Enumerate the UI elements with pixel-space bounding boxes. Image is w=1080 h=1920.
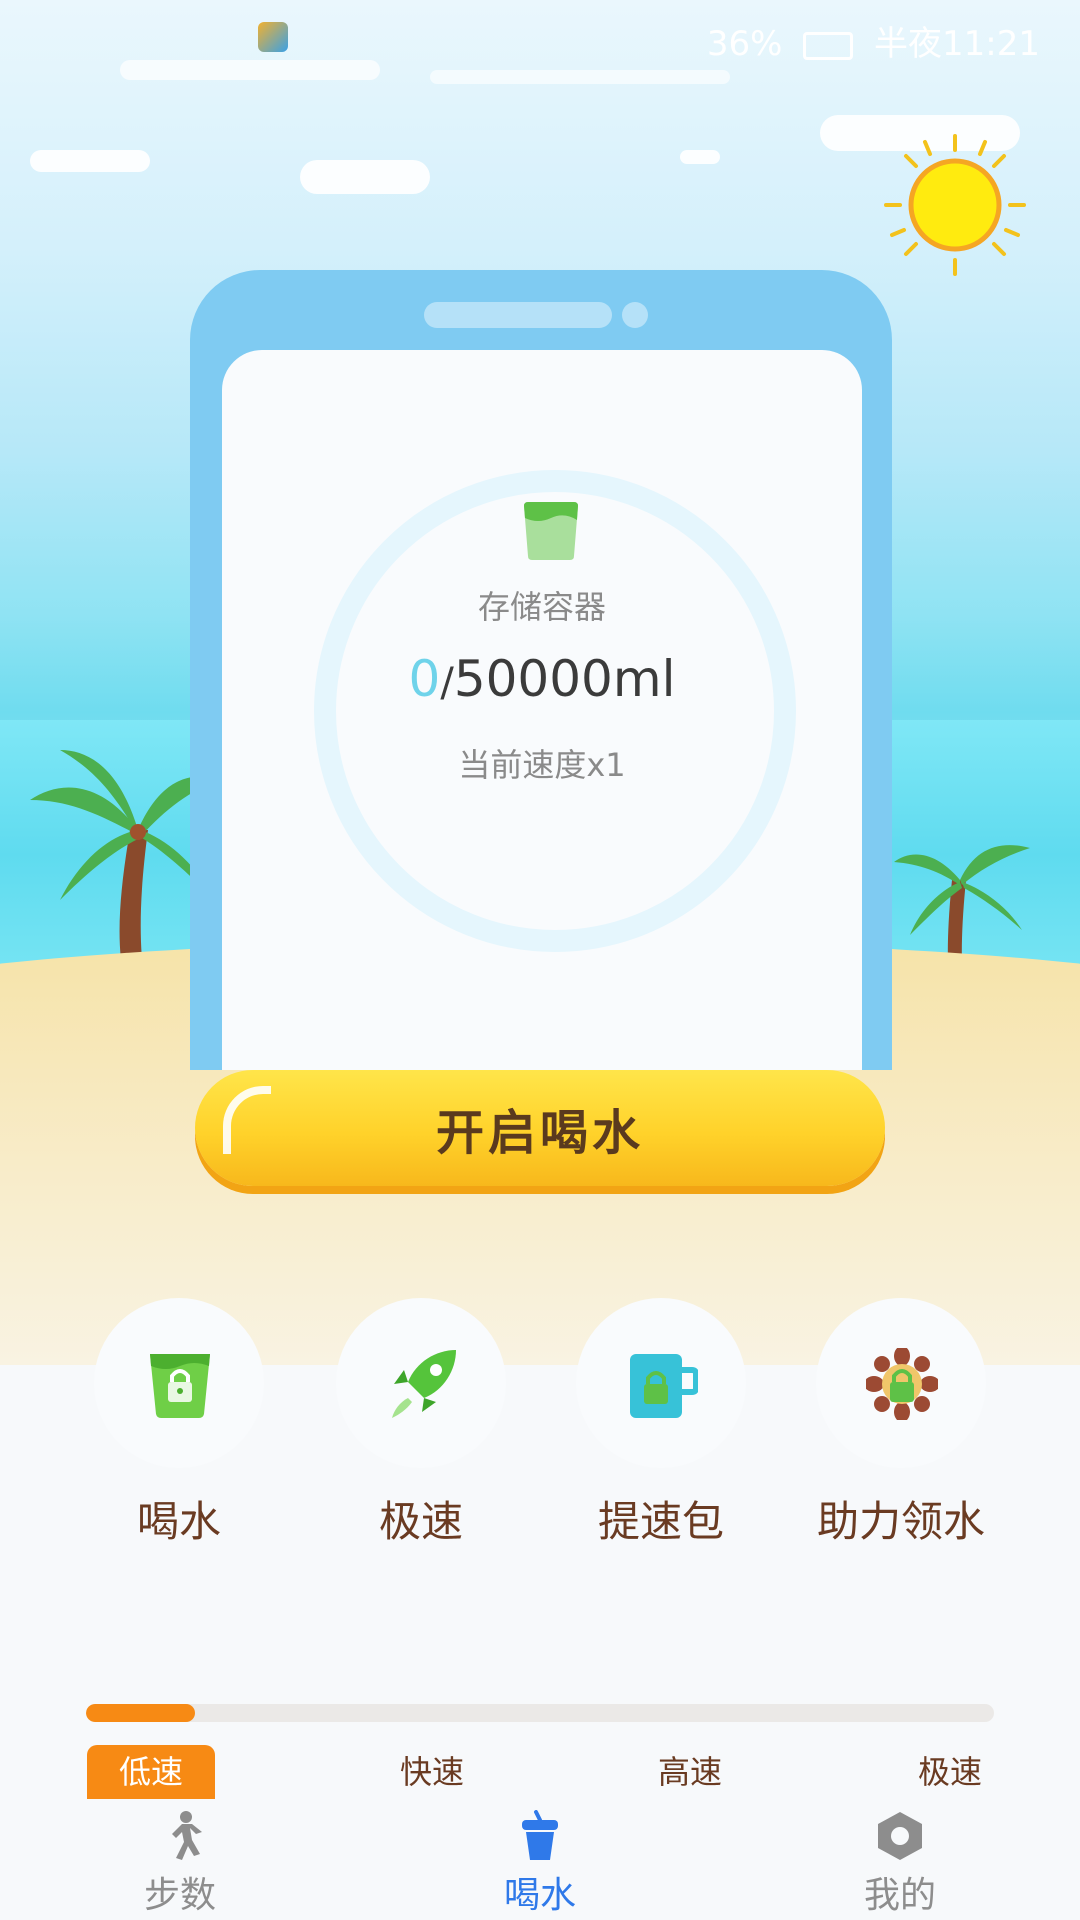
speed-levels: 低速 快速 高速 极速 [0,1745,1080,1799]
phone-camera [622,302,648,328]
nav-steps[interactable]: 步数 [80,1810,280,1918]
start-drinking-label: 开启喝水 [435,1105,644,1161]
locked-mug-icon [630,1354,698,1418]
button-shine [223,1086,271,1154]
storage-capacity: 0/50000ml [222,650,862,708]
phone-illustration: 存储容器 0/50000ml 当前速度x1 [190,270,892,1070]
phone-speaker [424,302,612,328]
cloud [300,160,430,194]
clock: 半夜11:21 [874,24,1040,64]
speed-progress-fill [86,1704,195,1722]
start-drinking-button[interactable]: 开启喝水 [195,1070,885,1186]
walking-icon [172,1811,202,1860]
max-capacity: 50000ml [453,650,676,708]
nav-drink[interactable]: 喝水 [440,1810,640,1918]
profile-hexagon-icon [878,1812,922,1860]
feature-label: 助力领水 [816,1497,985,1546]
battery-level: 36% [706,24,783,64]
cloud [430,70,730,84]
nav-profile[interactable]: 我的 [800,1810,1000,1918]
speed-level-fast: 快速 [399,1753,464,1791]
current-amount: 0 [408,650,441,708]
phone-screen: 存储容器 0/50000ml 当前速度x1 [222,350,862,1070]
cloud [680,150,720,164]
rocket-icon [392,1350,456,1418]
water-container-icon [524,502,578,560]
cup-icon [522,1810,558,1860]
app-notification-icon [258,22,288,52]
feature-label: 极速 [378,1497,463,1546]
sun-icon [884,134,1026,276]
locked-flower-icon [866,1348,938,1420]
feature-tabs: 喝水 极速 提速包 助力领水 [0,1298,1080,1558]
status-right: 36% 半夜11:21 [707,16,1040,65]
nav-label: 喝水 [503,1875,576,1916]
storage-label: 存储容器 [477,588,606,626]
speed-level-low: 低速 [87,1745,215,1799]
speed-progress-bar [86,1704,994,1722]
cloud [30,150,150,172]
separator: / [440,660,454,706]
status-bar: 36% 半夜11:21 [0,0,1080,72]
feature-label: 提速包 [597,1497,724,1546]
current-speed: 当前速度x1 [458,746,626,784]
locked-cup-icon [150,1354,210,1418]
battery-icon [803,31,854,60]
nav-label: 我的 [863,1875,936,1916]
speed-level-max: 极速 [917,1753,982,1791]
speed-level-high: 高速 [657,1753,722,1791]
nav-label: 步数 [143,1875,216,1916]
feature-label: 喝水 [136,1497,221,1546]
bottom-nav: 步数 喝水 我的 [0,1800,1080,1920]
